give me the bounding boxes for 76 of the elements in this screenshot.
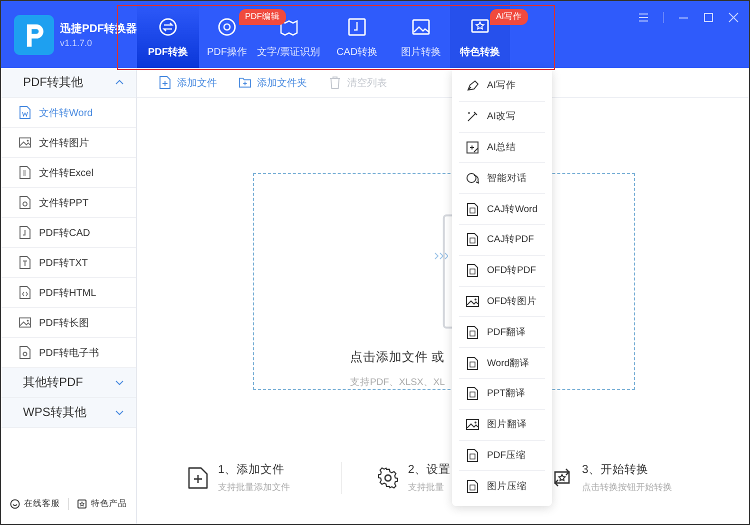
image-icon (466, 418, 479, 432)
image-icon (466, 294, 479, 308)
chat-icon (466, 172, 479, 185)
trash-icon (329, 76, 341, 89)
magic-wand-icon (466, 110, 479, 124)
menu-item[interactable]: AI总结 (459, 132, 545, 164)
file-icon (466, 387, 479, 400)
summary-icon (466, 140, 479, 154)
menu-item[interactable]: CAJ转PDF (459, 224, 545, 256)
nav-tab[interactable]: CAD转换 (322, 1, 392, 68)
add-file-icon (159, 76, 171, 89)
refresh-star-icon (552, 467, 572, 489)
image-icon (19, 136, 31, 149)
menu-item[interactable]: OFD转PDF (459, 256, 545, 287)
settings-icon (378, 467, 398, 489)
section-header[interactable]: PDF转其他 (1, 68, 136, 98)
disc-icon (217, 16, 237, 36)
file-icon (466, 326, 479, 339)
menu-item[interactable]: AI写作 (459, 71, 545, 102)
menu-item[interactable]: PDF压缩 (459, 440, 545, 472)
chevron-down-icon (115, 378, 124, 387)
step-hint: 点击转换按钮开始转换 (582, 481, 672, 494)
menu-item[interactable]: 图片翻译 (459, 410, 545, 441)
version-label: v1.1.7.0 (60, 38, 94, 48)
file-icon (19, 256, 31, 269)
file-icon (466, 233, 479, 246)
menu-item[interactable]: PPT翻译 (459, 378, 545, 410)
exchange-icon (158, 16, 178, 36)
file-icon (466, 448, 479, 462)
step-title: 3、开始转换 (582, 462, 650, 477)
menu-item[interactable]: CAJ转Word (459, 194, 545, 225)
file-icon (466, 356, 479, 370)
menu-icon[interactable] (638, 12, 649, 23)
maximize-icon[interactable] (703, 12, 714, 23)
step-hint: 支持批量添加文件 (218, 481, 290, 494)
step-hint: 支持批量 (408, 481, 445, 494)
file-icon (466, 202, 479, 216)
section-header[interactable]: 其他转PDF (1, 368, 136, 398)
chevron-down-icon (115, 408, 124, 417)
file-icon (19, 346, 31, 359)
image-icon (19, 316, 31, 329)
menu-item[interactable]: OFD转图片 (459, 286, 545, 318)
toolbar-button[interactable]: 添加文件夹 (239, 76, 307, 90)
app-logo-icon (14, 14, 54, 54)
chat-icon (10, 499, 20, 509)
nav-tab[interactable]: 图片转换 (392, 1, 450, 68)
menu-item[interactable]: 图片压缩 (459, 471, 545, 502)
add-file-icon (188, 467, 208, 489)
file-icon (466, 480, 479, 494)
menu-item[interactable]: PDF翻译 (459, 317, 545, 348)
section-header[interactable]: WPS转其他 (1, 398, 136, 428)
menu-item[interactable]: 智能对话 (459, 163, 545, 194)
file-icon (19, 286, 31, 299)
badge: AI写作 (490, 9, 528, 25)
chevrons-icon (434, 252, 448, 260)
badge-icon (77, 499, 87, 509)
menu-item[interactable]: AI改写 (459, 102, 545, 133)
step-title: 2、设置 (408, 462, 450, 477)
drop-zone-title: 点击添加文件 或 (350, 349, 444, 366)
file-icon (19, 166, 31, 179)
file-icon (19, 226, 31, 239)
pen-icon (466, 79, 479, 92)
chevron-up-icon (115, 78, 124, 87)
drop-zone-hint: 支持PDF、XLSX、XL (350, 376, 445, 389)
toolbar-button[interactable]: 添加文件 (159, 76, 217, 90)
badge: PDF编辑 (239, 9, 286, 25)
footer-link[interactable]: 在线客服 (10, 498, 60, 510)
close-icon[interactable] (728, 12, 739, 23)
image-icon (411, 16, 431, 36)
file-icon (19, 106, 31, 119)
add-folder-icon (239, 76, 251, 89)
step-title: 1、添加文件 (218, 462, 286, 477)
menu-item[interactable]: Word翻译 (459, 348, 545, 379)
file-icon (19, 196, 31, 209)
file-icon (466, 264, 479, 278)
footer-link[interactable]: 特色产品 (77, 498, 127, 510)
